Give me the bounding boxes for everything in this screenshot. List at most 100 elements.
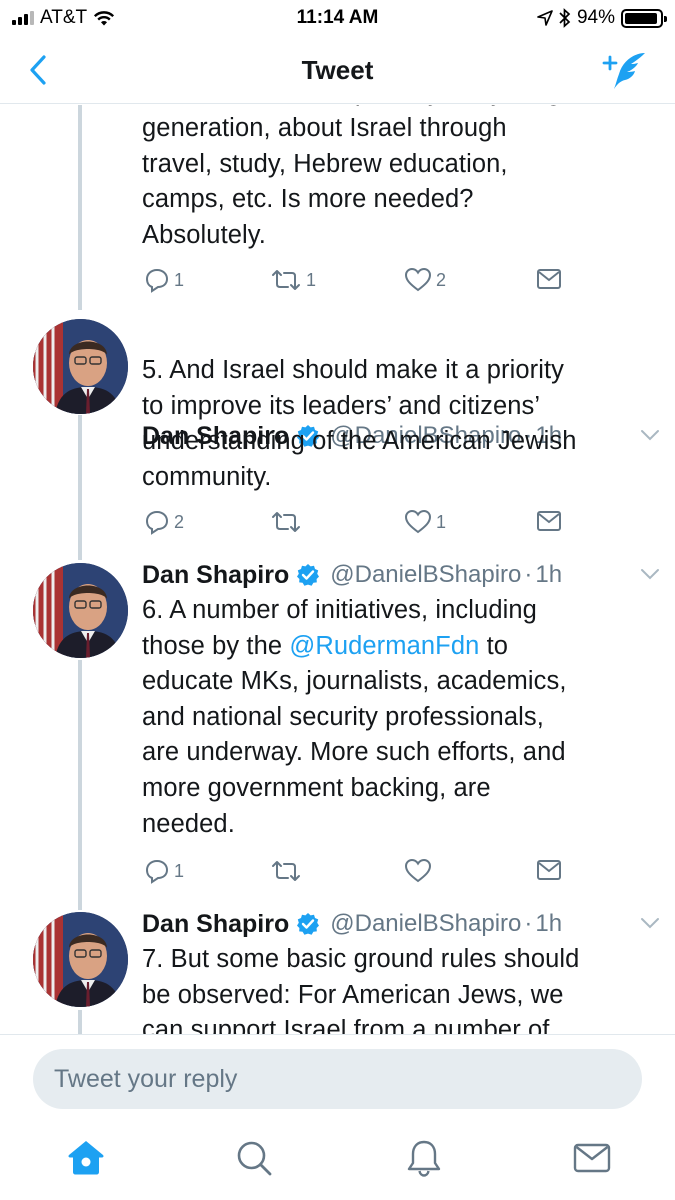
author-handle[interactable]: @DanielBShapiro: [330, 561, 521, 589]
reply-button[interactable]: 1: [144, 267, 184, 293]
separator-dot: ·: [524, 910, 533, 937]
reply-count: 1: [174, 860, 185, 881]
verified-badge-icon: [297, 564, 320, 586]
home-icon[interactable]: [66, 1138, 106, 1178]
reply-count: 2: [174, 511, 185, 532]
retweet-button[interactable]: [270, 858, 306, 884]
status-bar: AT&T 11:14 AM 94%: [0, 0, 675, 36]
thread-connector: [78, 660, 82, 910]
tweet-text-line: needed.: [142, 809, 235, 838]
thread-connector: [78, 105, 82, 310]
avatar[interactable]: [33, 319, 128, 414]
retweet-icon: [272, 270, 300, 290]
direct-message-button[interactable]: [536, 509, 562, 533]
battery-icon: [621, 8, 667, 28]
tweet-text-line: more government backing, are: [142, 773, 491, 802]
separator-dot: ·: [524, 561, 533, 588]
like-count: 1: [436, 511, 447, 532]
tweet-text: 5. And Israel should make it a priority …: [142, 353, 657, 495]
retweet-icon: [272, 512, 300, 532]
tweet-header: Dan Shapiro @DanielBShapiro · 1h: [142, 907, 662, 941]
mail-icon: [537, 860, 561, 880]
tweet-text-line: camps, etc. Is more needed?: [142, 185, 474, 214]
avatar[interactable]: [33, 563, 128, 658]
tweet-header: Dan Shapiro @DanielBShapiro · 1h: [142, 558, 662, 592]
tweet-thread: Americans, and especially the younger ge…: [0, 105, 675, 1035]
mention-link[interactable]: @RudermanFdn: [289, 632, 479, 660]
tweet-text: generation, about Israel through travel,…: [142, 111, 657, 253]
like-button[interactable]: 2: [404, 267, 446, 293]
direct-message-button[interactable]: [536, 267, 562, 291]
direct-message-button[interactable]: [536, 858, 562, 882]
compose-tweet-icon[interactable]: [601, 48, 649, 92]
tweet-text-line: community.: [142, 462, 272, 491]
notifications-bell-icon[interactable]: [404, 1138, 444, 1178]
thread-connector: [78, 415, 82, 560]
tweet-text-line: understanding of the American Jewish: [142, 427, 577, 456]
tweet-text: 7. But some basic ground rules should be…: [142, 942, 657, 1035]
chevron-down-icon[interactable]: [638, 564, 662, 584]
author-name[interactable]: Dan Shapiro: [142, 561, 289, 590]
battery-fill: [625, 12, 657, 24]
battery-percent: 94%: [576, 7, 615, 28]
tweet-text-line: be observed: For American Jews, we: [142, 980, 564, 1009]
retweet-count: 1: [306, 269, 317, 290]
reply-button[interactable]: 1: [144, 858, 184, 884]
mail-icon: [537, 511, 561, 531]
status-right: 94%: [537, 7, 667, 29]
tweet-text-line: generation, about Israel through: [142, 114, 507, 142]
location-arrow-icon: [537, 10, 553, 26]
tweet-text-line: educate MKs, journalists, academics,: [142, 667, 567, 696]
mail-icon: [537, 269, 561, 289]
reply-count: 1: [174, 269, 185, 290]
tweet-text-line: 5. And Israel should make it a priority: [142, 356, 565, 384]
tweet-text-line: and national security professionals,: [142, 702, 544, 731]
reply-button[interactable]: 2: [144, 509, 184, 535]
tweet-text-line: are underway. More such efforts, and: [142, 738, 566, 767]
retweet-button[interactable]: [270, 509, 306, 535]
heart-icon: [404, 858, 432, 883]
tweet-text-line: 6. A number of initiatives, including: [142, 596, 537, 624]
tweet-text-line: Americans, and especially the younger: [142, 105, 657, 111]
chevron-down-icon[interactable]: [638, 913, 662, 933]
search-icon[interactable]: [234, 1138, 274, 1178]
tweet-actions: 1: [140, 858, 580, 890]
thread-connector: [78, 1010, 82, 1035]
tweet-actions: 1 1 2: [140, 267, 580, 299]
tab-bar: [0, 1124, 675, 1200]
verified-badge-icon: [297, 913, 320, 935]
tweet-text-line: Absolutely.: [142, 220, 266, 249]
reply-icon: [145, 268, 169, 293]
reply-icon: [145, 510, 169, 535]
reply-bar: Tweet your reply: [0, 1034, 675, 1124]
tweet-text: 6. A number of initiatives, including th…: [142, 593, 657, 842]
retweet-button[interactable]: 1: [270, 267, 316, 293]
messages-mail-icon[interactable]: [572, 1138, 612, 1178]
avatar-photo: [33, 563, 128, 658]
reply-input[interactable]: Tweet your reply: [33, 1049, 642, 1109]
avatar-photo: [33, 912, 128, 1007]
tweet-text-line: travel, study, Hebrew education,: [142, 149, 508, 178]
heart-icon: [404, 509, 432, 534]
tweet-text-line: 7. But some basic ground rules should: [142, 945, 580, 973]
author-name[interactable]: Dan Shapiro: [142, 910, 289, 939]
retweet-icon: [272, 861, 300, 881]
tweet-text-line: can support Israel from a number of: [142, 1016, 550, 1035]
tweet-time: 1h: [535, 910, 563, 937]
author-handle[interactable]: @DanielBShapiro: [330, 910, 521, 938]
like-button[interactable]: [404, 858, 436, 884]
tweet-text-segment: to: [479, 631, 509, 660]
nav-bar: Tweet: [0, 36, 675, 104]
like-button[interactable]: 1: [404, 509, 446, 535]
tweet-time: 1h: [535, 561, 563, 588]
avatar-photo: [33, 319, 128, 414]
like-count: 2: [436, 269, 447, 290]
reply-icon: [145, 859, 169, 884]
heart-icon: [404, 267, 432, 292]
tweet-text-line: those by the @RudermanFdn to: [142, 629, 657, 665]
avatar[interactable]: [33, 912, 128, 1007]
bluetooth-icon: [559, 8, 571, 28]
tweet-text: Americans, and especially the younger: [142, 105, 657, 111]
page-title: Tweet: [301, 55, 374, 85]
tweet-actions: 2 1: [140, 509, 580, 541]
